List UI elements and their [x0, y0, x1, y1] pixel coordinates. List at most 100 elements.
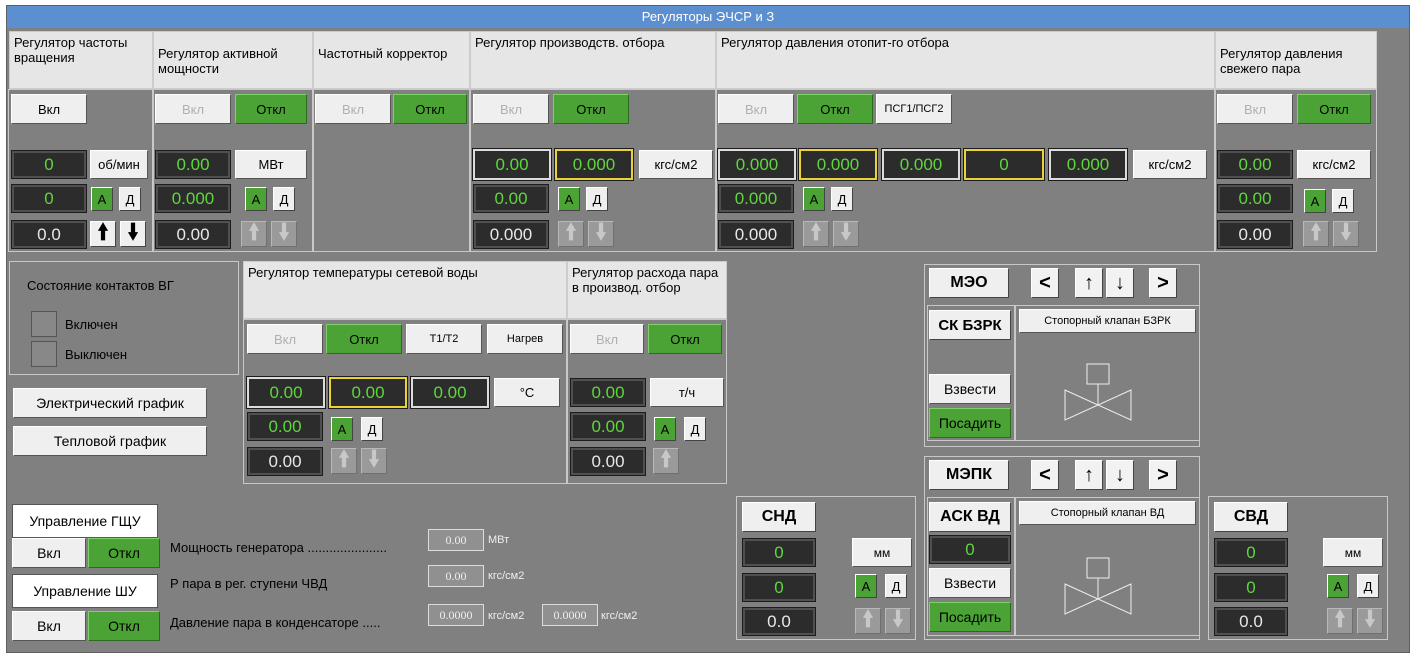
askvd-raise-button[interactable]: Взвести [929, 568, 1011, 598]
reg8-on-button[interactable]: Вкл [570, 324, 644, 354]
reg8-value-1: 0.00 [570, 378, 646, 407]
reg6-down-arrow-icon[interactable]: 🠛 [1333, 219, 1359, 247]
gshu-off-button[interactable]: Откл [88, 538, 160, 568]
snd-manual-button[interactable]: Д [885, 574, 907, 598]
reg8-auto-button[interactable]: А [654, 417, 676, 441]
reg5-auto-button[interactable]: А [803, 187, 825, 211]
reg5-value-1: 0.000 [717, 148, 797, 181]
reg6-auto-button[interactable]: А [1304, 189, 1326, 213]
askvd-value: 0 [929, 535, 1011, 564]
shu-on-button[interactable]: Вкл [12, 611, 86, 641]
reg5-setpoint-2[interactable]: 0 [963, 148, 1045, 181]
reg6-manual-button[interactable]: Д [1332, 189, 1354, 213]
reg5-manual-button[interactable]: Д [831, 187, 853, 211]
reg2-value-3: 0.00 [155, 220, 231, 249]
reg6-value-3: 0.00 [1217, 220, 1293, 249]
gshu-on-button[interactable]: Вкл [12, 538, 86, 568]
reg1-on-button[interactable]: Вкл [11, 94, 87, 124]
svd-auto-button[interactable]: А [1327, 574, 1349, 598]
reg5-value-2: 0.000 [718, 184, 794, 213]
reg1-title: Регулятор частоты вращения [9, 31, 153, 89]
askvd-land-button[interactable]: Посадить [929, 602, 1011, 632]
svd-manual-button[interactable]: Д [1357, 574, 1379, 598]
reg7-off-button[interactable]: Откл [326, 324, 402, 354]
reg7-up-arrow-icon[interactable]: 🠙 [331, 446, 357, 474]
svd-up-arrow-icon[interactable]: 🠙 [1327, 606, 1353, 634]
reg6-off-button[interactable]: Откл [1297, 94, 1371, 124]
shu-off-button[interactable]: Откл [88, 611, 160, 641]
heat-chart-button[interactable]: Тепловой график [13, 426, 207, 456]
reg4-auto-button[interactable]: А [558, 187, 580, 211]
reg2-on-button[interactable]: Вкл [155, 94, 231, 124]
reg8-off-button[interactable]: Откл [648, 324, 722, 354]
reg5-unit: кгс/см2 [1133, 150, 1207, 179]
reg1-up-arrow-icon[interactable]: 🠙 [90, 219, 116, 247]
reg1-auto-button[interactable]: А [91, 187, 113, 211]
reg7-t1t2-button[interactable]: Т1/Т2 [406, 324, 482, 354]
reg6-title: Регулятор давления свежего пара [1215, 31, 1377, 89]
reg2-auto-button[interactable]: А [245, 187, 267, 211]
snd-down-arrow-icon[interactable]: 🠛 [885, 606, 911, 634]
reg4-manual-button[interactable]: Д [586, 187, 608, 211]
reg6-unit: кгс/см2 [1297, 150, 1371, 179]
reg5-on-button[interactable]: Вкл [718, 94, 794, 124]
reg6-on-button[interactable]: Вкл [1217, 94, 1293, 124]
meo-right-button[interactable]: > [1149, 268, 1177, 298]
meo-left-button[interactable]: < [1031, 268, 1059, 298]
meo-down-button[interactable]: ↓ [1106, 268, 1134, 298]
bzrk-valve-title: Стопорный клапан БЗРК [1019, 309, 1196, 333]
reg7-manual-button[interactable]: Д [361, 417, 383, 441]
reg2-value-2: 0.000 [155, 184, 231, 213]
reg7-value-1: 0.00 [246, 376, 326, 409]
reg4-setpoint[interactable]: 0.000 [554, 148, 634, 181]
reg1-down-arrow-icon[interactable]: 🠛 [120, 219, 146, 247]
reg4-on-button[interactable]: Вкл [473, 94, 549, 124]
snd-up-arrow-icon[interactable]: 🠙 [855, 606, 881, 634]
svd-down-arrow-icon[interactable]: 🠛 [1357, 606, 1383, 634]
electric-chart-button[interactable]: Электрический график [13, 388, 207, 418]
reg1-manual-button[interactable]: Д [119, 187, 141, 211]
reg4-value-1: 0.00 [472, 148, 552, 181]
snd-value-1: 0 [742, 538, 816, 567]
gen-power-value: 0.00 [428, 529, 484, 551]
reg4-value-3: 0.000 [473, 220, 549, 249]
reg4-down-arrow-icon[interactable]: 🠛 [588, 219, 614, 247]
reg4-off-button[interactable]: Откл [553, 94, 629, 124]
reg5-down-arrow-icon[interactable]: 🠛 [833, 219, 859, 247]
reg7-setpoint[interactable]: 0.00 [328, 376, 408, 409]
reg5-setpoint-1[interactable]: 0.000 [798, 148, 878, 181]
reg8-manual-button[interactable]: Д [684, 417, 706, 441]
steam-pressure-value: 0.00 [428, 565, 484, 587]
snd-auto-button[interactable]: А [855, 574, 877, 598]
reg4-up-arrow-icon[interactable]: 🠙 [558, 219, 584, 247]
reg7-auto-button[interactable]: А [331, 417, 353, 441]
meo-up-button[interactable]: ↑ [1075, 268, 1103, 298]
reg7-on-button[interactable]: Вкл [247, 324, 323, 354]
bzrk-land-button[interactable]: Посадить [929, 408, 1011, 438]
reg7-value-2: 0.00 [247, 412, 323, 441]
reg8-up-arrow-icon[interactable]: 🠙 [653, 446, 679, 474]
reg2-manual-button[interactable]: Д [273, 187, 295, 211]
contacts-off-indicator [31, 341, 57, 367]
reg2-up-arrow-icon[interactable]: 🠙 [241, 219, 267, 247]
snd-value-3: 0.0 [742, 607, 816, 636]
reg2-down-arrow-icon[interactable]: 🠛 [271, 219, 297, 247]
mepk-down-button[interactable]: ↓ [1106, 460, 1134, 490]
reg2-off-button[interactable]: Откл [235, 94, 307, 124]
bzrk-raise-button[interactable]: Взвести [929, 374, 1011, 404]
reg2-title: Регулятор активной мощности [153, 31, 313, 89]
reg7-heat-button[interactable]: Нагрев [487, 324, 563, 354]
mepk-left-button[interactable]: < [1031, 460, 1059, 490]
reg6-up-arrow-icon[interactable]: 🠙 [1303, 219, 1329, 247]
mepk-right-button[interactable]: > [1149, 460, 1177, 490]
reg5-up-arrow-icon[interactable]: 🠙 [803, 219, 829, 247]
reg3-on-button[interactable]: Вкл [315, 94, 391, 124]
svd-label: СВД [1214, 502, 1288, 532]
reg3-off-button[interactable]: Откл [393, 94, 467, 124]
mepk-up-button[interactable]: ↑ [1075, 460, 1103, 490]
reg5-psg-button[interactable]: ПСГ1/ПСГ2 [876, 94, 952, 124]
reg7-down-arrow-icon[interactable]: 🠛 [361, 446, 387, 474]
reg8-value-2: 0.00 [570, 412, 646, 441]
gen-power-unit: МВт [488, 534, 510, 546]
reg5-off-button[interactable]: Откл [797, 94, 873, 124]
